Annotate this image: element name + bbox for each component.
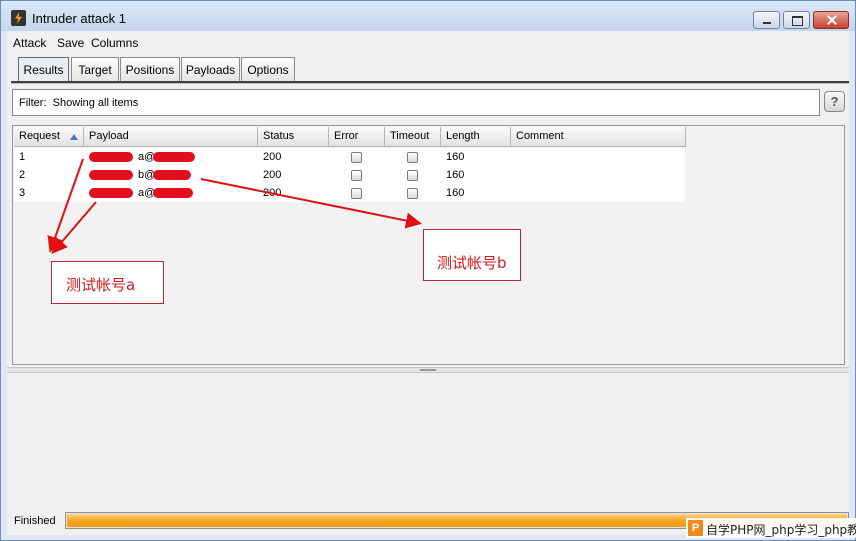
column-header-error[interactable]: Error bbox=[329, 127, 385, 147]
close-button[interactable] bbox=[813, 11, 849, 29]
pane-splitter[interactable] bbox=[7, 367, 849, 373]
timeout-checkbox[interactable] bbox=[407, 152, 418, 163]
menu-attack[interactable]: Attack bbox=[13, 36, 46, 50]
watermark-text: 自学PHP网_php学习_php教 bbox=[706, 523, 856, 537]
annotation-account-a: 测试帐号a bbox=[51, 261, 164, 304]
column-header-comment[interactable]: Comment bbox=[511, 127, 686, 147]
column-header-timeout[interactable]: Timeout bbox=[385, 127, 441, 147]
tab-target[interactable]: Target bbox=[71, 57, 119, 82]
watermark: P 自学PHP网_php学习_php教 bbox=[686, 518, 856, 538]
burp-lightning-icon bbox=[11, 10, 26, 26]
window-title: Intruder attack 1 bbox=[32, 11, 126, 26]
help-button[interactable]: ? bbox=[824, 91, 845, 112]
cell-status: 200 bbox=[263, 187, 282, 199]
cell-request: 3 bbox=[19, 187, 26, 199]
lower-detail-pane bbox=[7, 374, 849, 509]
column-header-request[interactable]: Request bbox=[14, 127, 84, 147]
title-bar[interactable]: Intruder attack 1 bbox=[1, 1, 855, 31]
cell-length: 160 bbox=[446, 187, 465, 199]
tab-results[interactable]: Results bbox=[18, 57, 69, 82]
cell-request: 2 bbox=[19, 169, 26, 181]
status-text: Finished bbox=[14, 515, 56, 527]
splitter-grip-icon bbox=[420, 369, 436, 371]
timeout-checkbox[interactable] bbox=[407, 188, 418, 199]
menu-bar: Attack Save Columns bbox=[7, 31, 849, 53]
tab-strip: Results Target Positions Payloads Option… bbox=[7, 57, 849, 83]
redaction-mark bbox=[89, 188, 133, 198]
redaction-mark bbox=[153, 170, 191, 180]
tab-payloads[interactable]: Payloads bbox=[181, 57, 240, 82]
error-checkbox[interactable] bbox=[351, 152, 362, 163]
maximize-button[interactable] bbox=[783, 11, 810, 29]
cell-length: 160 bbox=[446, 151, 465, 163]
annotation-account-b: 测试帐号b bbox=[423, 229, 521, 281]
column-header-payload[interactable]: Payload bbox=[84, 127, 258, 147]
cell-status: 200 bbox=[263, 169, 282, 181]
column-header-status[interactable]: Status bbox=[258, 127, 329, 147]
redaction-mark bbox=[89, 170, 133, 180]
php-logo-icon: P bbox=[688, 520, 703, 536]
error-checkbox[interactable] bbox=[351, 170, 362, 181]
redaction-mark bbox=[153, 152, 195, 162]
menu-save[interactable]: Save bbox=[57, 36, 84, 50]
tab-divider bbox=[11, 81, 849, 84]
minimize-button[interactable] bbox=[753, 11, 780, 29]
filter-bar[interactable]: Filter: Showing all items bbox=[12, 89, 820, 116]
cell-length: 160 bbox=[446, 169, 465, 181]
cell-status: 200 bbox=[263, 151, 282, 163]
redaction-mark bbox=[89, 152, 133, 162]
redaction-mark bbox=[153, 188, 193, 198]
tab-positions[interactable]: Positions bbox=[120, 57, 180, 82]
filter-text: Showing all items bbox=[52, 97, 139, 109]
sort-ascending-icon bbox=[70, 134, 78, 140]
intruder-window: Intruder attack 1 Attack Save Columns Re… bbox=[0, 0, 856, 541]
timeout-checkbox[interactable] bbox=[407, 170, 418, 181]
tab-options[interactable]: Options bbox=[241, 57, 295, 82]
cell-request: 1 bbox=[19, 151, 26, 163]
error-checkbox[interactable] bbox=[351, 188, 362, 199]
column-header-length[interactable]: Length bbox=[441, 127, 511, 147]
menu-columns[interactable]: Columns bbox=[91, 36, 138, 50]
filter-label: Filter: Showing all items bbox=[19, 97, 139, 109]
